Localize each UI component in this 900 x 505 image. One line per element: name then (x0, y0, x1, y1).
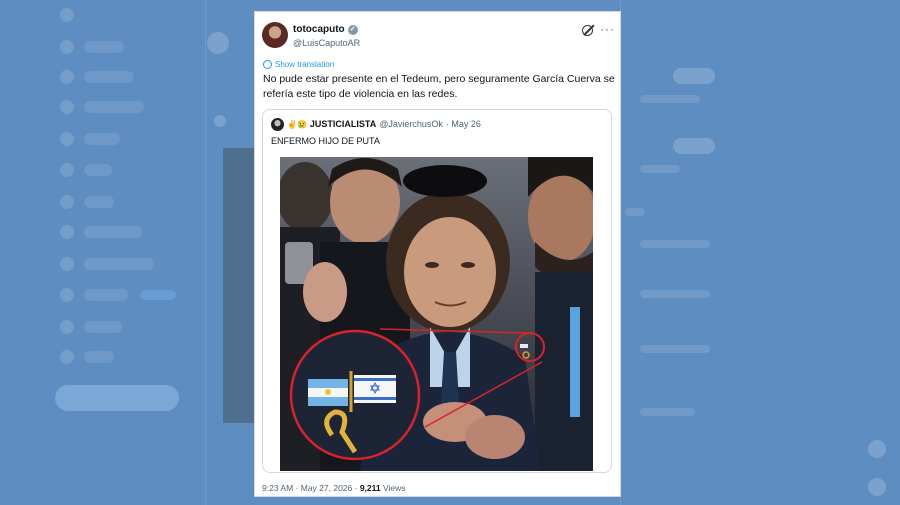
show-translation-label: Show translation (275, 60, 335, 69)
verified-badge-icon: ✓ (347, 24, 358, 35)
argentina-flag-icon (308, 379, 348, 406)
photo-illustration (280, 157, 593, 471)
views-label: Views (380, 483, 406, 493)
quoted-tweet-header: ✌️😢 JUSTICIALISTA @JavierchusOk · May 26 (287, 119, 481, 129)
israel-flag-icon (354, 375, 396, 403)
quoted-author-handle[interactable]: @JavierchusOk (379, 119, 443, 129)
views-count: 9,211 (359, 483, 381, 493)
show-translation-link[interactable]: Show translation (263, 60, 334, 69)
more-options-icon[interactable]: ··· (600, 22, 615, 36)
quoted-author-name[interactable]: JUSTICIALISTA (310, 119, 376, 129)
grok-icon[interactable] (582, 25, 593, 36)
tweet-card: totocaputo ✓ @LuisCaputoAR ··· Show tran… (254, 11, 621, 497)
tweet-timestamp[interactable]: 9:23 AM · May 27, 2026 · (262, 483, 360, 493)
quoted-tweet[interactable]: ✌️😢 JUSTICIALISTA @JavierchusOk · May 26… (262, 109, 612, 473)
quoted-tweet-image[interactable] (280, 157, 593, 471)
author-handle[interactable]: @LuisCaputoAR (293, 38, 360, 48)
quoted-author-emojis: ✌️😢 (287, 119, 307, 129)
translate-icon (263, 60, 272, 69)
quoted-author-avatar[interactable] (271, 118, 284, 131)
author-avatar[interactable] (262, 22, 288, 48)
author-name[interactable]: totocaputo (293, 24, 345, 35)
author-name-row[interactable]: totocaputo ✓ (293, 24, 358, 35)
quoted-tweet-date[interactable]: · May 26 (446, 119, 481, 129)
quoted-tweet-text: ENFERMO HIJO DE PUTA (271, 136, 380, 146)
tweet-meta: 9:23 AM · May 27, 2026 · 9,211 Views (262, 483, 406, 493)
tweet-text: No pude estar presente en el Tedeum, per… (263, 73, 615, 100)
